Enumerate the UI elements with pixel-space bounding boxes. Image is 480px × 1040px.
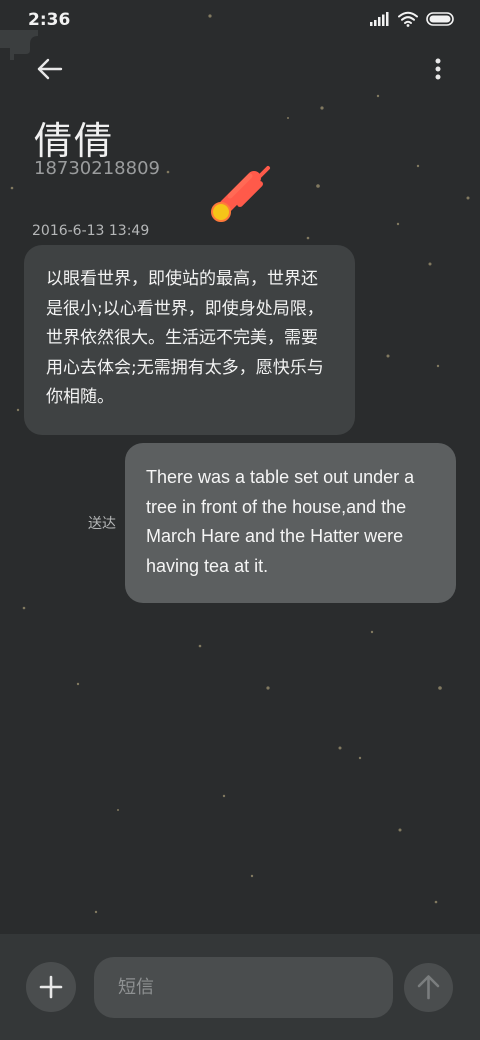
status-bar: 2:36 [0,0,480,40]
more-vertical-icon[interactable] [430,56,446,82]
battery-icon [426,12,456,26]
send-arrow-icon[interactable] [404,963,453,1012]
meteor-icon [211,166,270,222]
delivery-status: 送达 [88,516,116,532]
sent-message-bubble[interactable]: There was a table set out under a tree i… [125,443,456,603]
received-message-bubble[interactable]: 以眼看世界，即使站的最高，世界还是很小;以心看世界，即使身处局限，世界依然很大。… [24,245,355,435]
status-time: 2:36 [28,10,71,30]
message-input[interactable] [94,957,393,1018]
plus-icon[interactable] [26,962,76,1012]
wifi-icon [398,11,418,27]
contact-number: 18730218809 [34,158,160,179]
contact-name: 倩倩 [34,119,115,163]
signal-icon [370,12,390,26]
message-timestamp: 2016-6-13 13:49 [32,223,150,239]
back-arrow-icon[interactable] [30,52,70,86]
